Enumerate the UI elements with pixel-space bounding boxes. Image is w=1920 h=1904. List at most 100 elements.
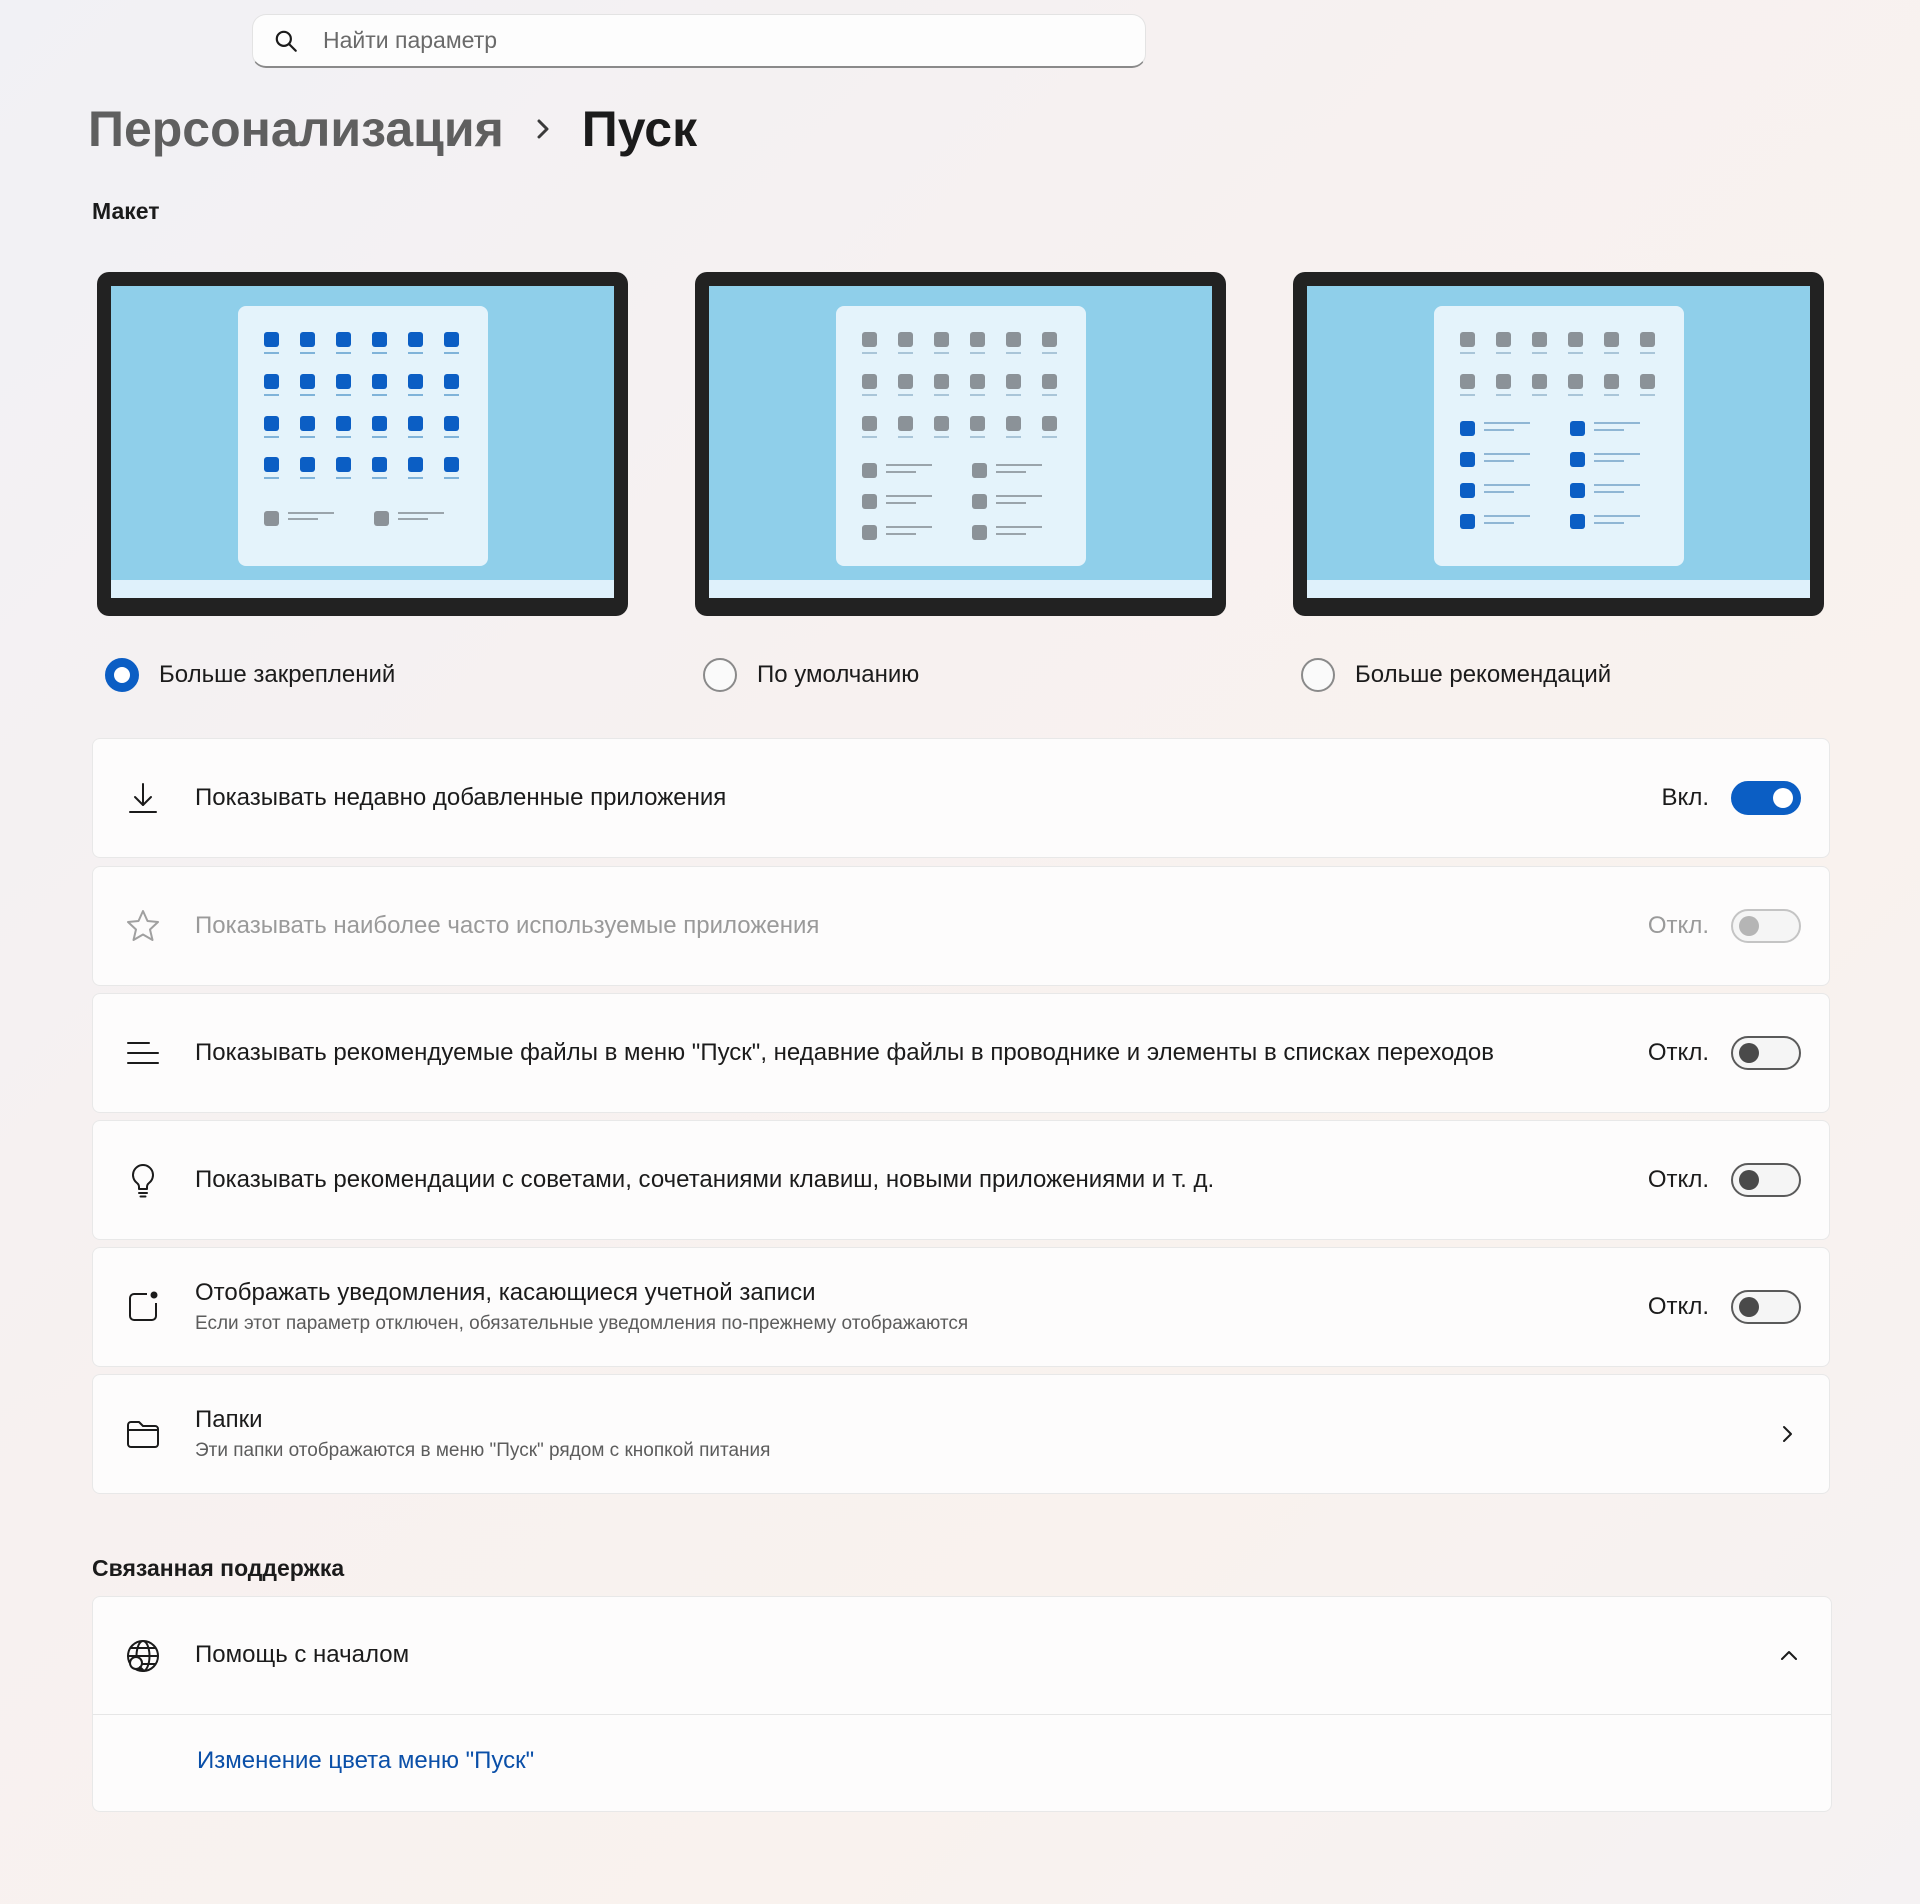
tile-icon <box>1041 332 1057 354</box>
tile-icon <box>1005 332 1021 354</box>
layout-section-title: Макет <box>92 198 160 224</box>
tile-icon <box>335 332 351 354</box>
tile-icon <box>1005 374 1021 396</box>
radio-more-recommendations[interactable]: Больше рекомендаций <box>1301 658 1611 692</box>
tile-icon <box>373 511 389 526</box>
tile-icon <box>861 494 877 509</box>
tile-icon <box>1569 452 1585 467</box>
chevron-up-icon[interactable] <box>1777 1644 1801 1668</box>
text-line <box>1483 422 1530 424</box>
start-menu-preview <box>237 306 488 566</box>
tile-icon <box>897 416 913 438</box>
support-title: Помощь с началом <box>195 1641 410 1668</box>
tile-icon <box>263 457 279 479</box>
radio-button[interactable] <box>703 658 737 692</box>
search-input[interactable] <box>323 27 1123 54</box>
setting-most-used-apps: Показывать наиболее часто используемые п… <box>92 866 1830 986</box>
setting-account-notifications: Отображать уведомления, касающиеся учетн… <box>92 1247 1830 1367</box>
tile-icon <box>971 463 987 478</box>
tile-icon <box>299 332 315 354</box>
text-line <box>1593 422 1640 424</box>
text-line <box>1593 484 1640 486</box>
text-line <box>1593 429 1624 431</box>
tile-icon <box>1005 416 1021 438</box>
tile-icon <box>443 374 459 396</box>
tile-icon <box>371 332 387 354</box>
support-expander: Помощь с началом Изменение цвета меню "П… <box>92 1596 1832 1812</box>
text-line <box>1483 515 1530 517</box>
tile-icon <box>933 374 949 396</box>
layout-preview-default[interactable] <box>695 272 1226 616</box>
text-line <box>885 464 932 466</box>
text-line <box>995 533 1026 535</box>
chevron-right-icon <box>537 119 549 139</box>
text-line <box>995 495 1042 497</box>
radio-default[interactable]: По умолчанию <box>703 658 919 692</box>
change-start-color-link[interactable]: Изменение цвета меню "Пуск" <box>197 1747 534 1775</box>
most-used-toggle[interactable] <box>1731 909 1801 943</box>
layout-preview-more-recommendations[interactable] <box>1293 272 1824 616</box>
tile-icon <box>969 416 985 438</box>
star-icon <box>127 910 159 941</box>
text-line <box>995 526 1042 528</box>
tile-icon <box>1567 374 1583 396</box>
text-line <box>1593 522 1624 524</box>
setting-folders[interactable]: Папки Эти папки отображаются в меню "Пус… <box>92 1374 1830 1494</box>
tile-icon <box>335 416 351 438</box>
support-section-title: Связанная поддержка <box>92 1555 345 1581</box>
tile-icon <box>263 374 279 396</box>
toggle-state: Откл. <box>1647 1166 1709 1193</box>
text-line <box>1483 484 1530 486</box>
tile-icon <box>1603 374 1619 396</box>
text-line <box>885 502 916 504</box>
toggle-state: Откл. <box>1647 1293 1709 1320</box>
tile-icon <box>1041 416 1057 438</box>
setting-title: Показывать рекомендации с советами, соче… <box>195 1166 1215 1193</box>
tile-icon <box>443 416 459 438</box>
text-line <box>1593 491 1624 493</box>
text-line <box>1483 453 1530 455</box>
text-line <box>1483 460 1514 462</box>
tile-icon <box>371 457 387 479</box>
setting-title: Отображать уведомления, касающиеся учетн… <box>195 1279 816 1306</box>
tile-icon <box>969 332 985 354</box>
chevron-right-icon <box>1783 1426 1792 1442</box>
tips-toggle[interactable] <box>1731 1163 1801 1197</box>
tile-icon <box>371 374 387 396</box>
tile-icon <box>1639 374 1655 396</box>
layout-preview-more-pins[interactable] <box>97 272 628 616</box>
text-line <box>885 526 932 528</box>
setting-tips-recommendations: Показывать рекомендации с советами, соче… <box>92 1120 1830 1240</box>
recommended-files-toggle[interactable] <box>1731 1036 1801 1070</box>
support-expander-header[interactable]: Помощь с началом <box>93 1597 1831 1715</box>
tile-icon <box>861 332 877 354</box>
setting-title: Показывать недавно добавленные приложени… <box>195 784 727 811</box>
setting-title: Папки <box>195 1406 263 1433</box>
tile-icon <box>407 332 423 354</box>
breadcrumb-parent[interactable]: Персонализация <box>88 100 504 158</box>
tile-icon <box>1459 483 1475 498</box>
tile-icon <box>443 332 459 354</box>
recently-added-toggle[interactable] <box>1731 781 1801 815</box>
text-line <box>995 471 1026 473</box>
tile-icon <box>335 457 351 479</box>
radio-button[interactable] <box>1301 658 1335 692</box>
tile-icon <box>969 374 985 396</box>
globe-help-icon <box>127 1640 159 1672</box>
tile-icon <box>407 457 423 479</box>
download-icon <box>129 783 157 813</box>
text-line <box>1483 491 1514 493</box>
account-notifications-toggle[interactable] <box>1731 1290 1801 1324</box>
radio-more-pins[interactable]: Больше закреплений <box>105 658 395 692</box>
breadcrumb: Персонализация Пуск <box>88 98 697 160</box>
text-line <box>1593 453 1640 455</box>
tile-icon <box>933 332 949 354</box>
tile-icon <box>971 494 987 509</box>
tile-icon <box>371 416 387 438</box>
tile-icon <box>1569 483 1585 498</box>
folder-icon <box>127 1421 159 1448</box>
tile-icon <box>299 416 315 438</box>
search-box[interactable] <box>252 14 1146 68</box>
text-line <box>995 502 1026 504</box>
radio-button[interactable] <box>105 658 139 692</box>
